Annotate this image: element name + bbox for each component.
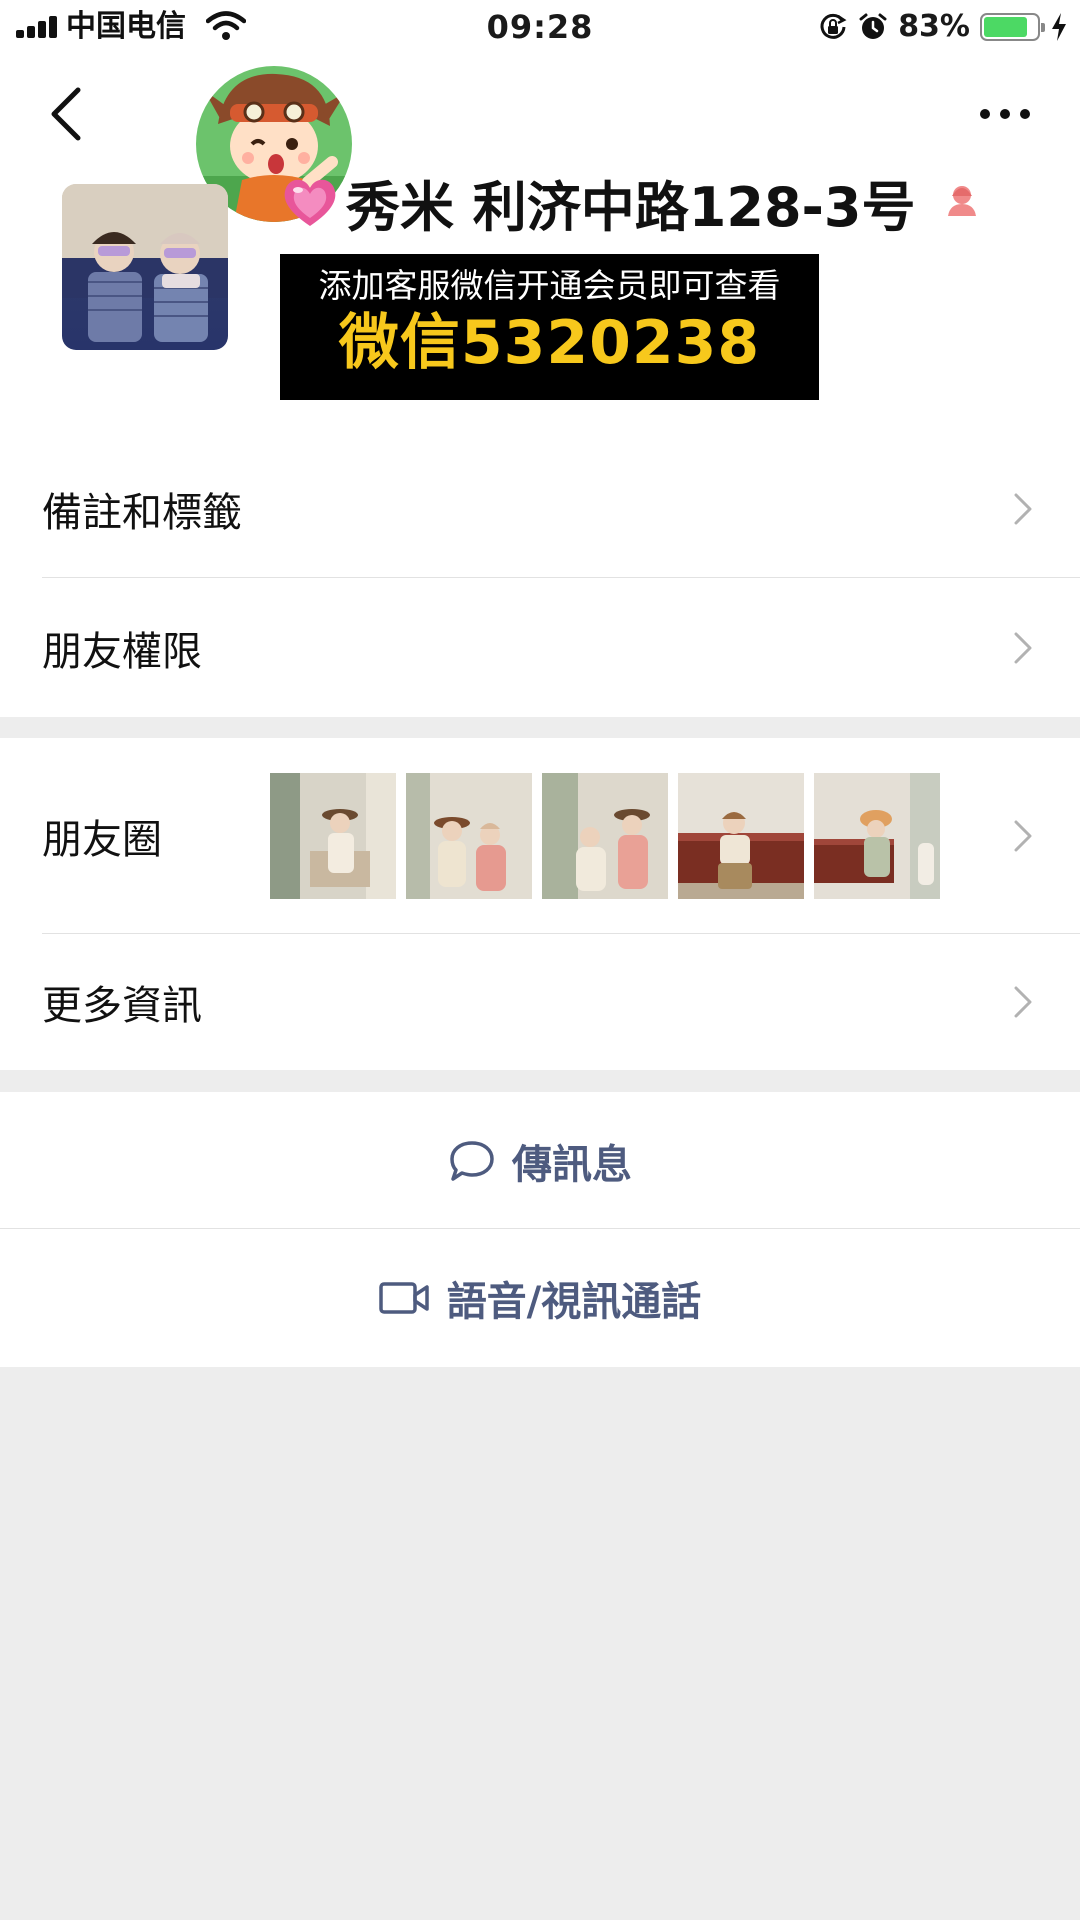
profile-header: 秀米 利济中路128-3号 添加客服微信开通会员即可查看 微信5320238 [0,54,1080,441]
actions-group: 傳訊息 語音/視訊通話 [0,1092,1080,1367]
chevron-right-icon [1014,986,1032,1018]
send-message-button[interactable]: 傳訊息 [0,1092,1080,1229]
promo-wechat-id: 微信5320238 [338,308,761,378]
moments-label: 朋友圈 [42,817,162,863]
status-bar: 中国电信 09:28 83% [0,0,1080,54]
battery-icon [980,13,1045,41]
friend-permissions-row[interactable]: 朋友權限 [0,578,1080,717]
chevron-right-icon [1014,493,1032,525]
battery-fill [984,17,1028,37]
alarm-icon [859,13,887,39]
moments-thumbnails [270,773,940,899]
friend-permissions-label: 朋友權限 [42,628,202,675]
moments-photo-thumbnail [406,773,532,899]
more-info-row[interactable]: 更多資訊 [0,934,1080,1070]
chevron-right-icon [1014,632,1032,663]
contact-avatar[interactable] [62,184,228,350]
video-camera-icon [378,1282,429,1314]
remarks-tags-row[interactable]: 備註和標籤 [0,440,1080,578]
chevron-right-icon [1014,820,1032,852]
chat-bubble-icon [450,1140,494,1181]
moments-photo-thumbnail [542,773,668,899]
voice-video-call-button[interactable]: 語音/視訊通話 [0,1229,1080,1367]
promo-text: 添加客服微信开通会员即可查看 [318,266,781,305]
charging-bolt-icon [1052,13,1066,41]
promo-banner: 添加客服微信开通会员即可查看 微信5320238 [280,254,819,400]
empty-background [0,1367,1080,1920]
contact-name: 秀米 利济中路128-3号 [346,175,916,239]
female-icon [947,186,976,216]
moments-photo-thumbnail [678,773,804,899]
pink-heart-icon [284,179,336,226]
battery-percent: 83% [898,9,970,44]
more-options-button[interactable] [978,94,1032,134]
moments-row[interactable]: 朋友圈 [0,738,1080,934]
back-button[interactable] [44,82,88,146]
orientation-lock-icon [820,13,847,39]
moments-group: 朋友圈 更多資訊 [0,738,1080,1070]
remarks-tags-label: 備註和標籤 [42,490,242,536]
moments-photo-thumbnail [814,773,940,899]
settings-group: 備註和標籤 朋友權限 [0,440,1080,717]
moments-photo-thumbnail [270,773,396,899]
contact-name-row: 秀米 利济中路128-3号 [280,166,982,239]
voice-video-call-label: 語音/視訊通話 [446,1279,702,1325]
send-message-label: 傳訊息 [512,1141,632,1188]
more-info-label: 更多資訊 [42,983,202,1029]
